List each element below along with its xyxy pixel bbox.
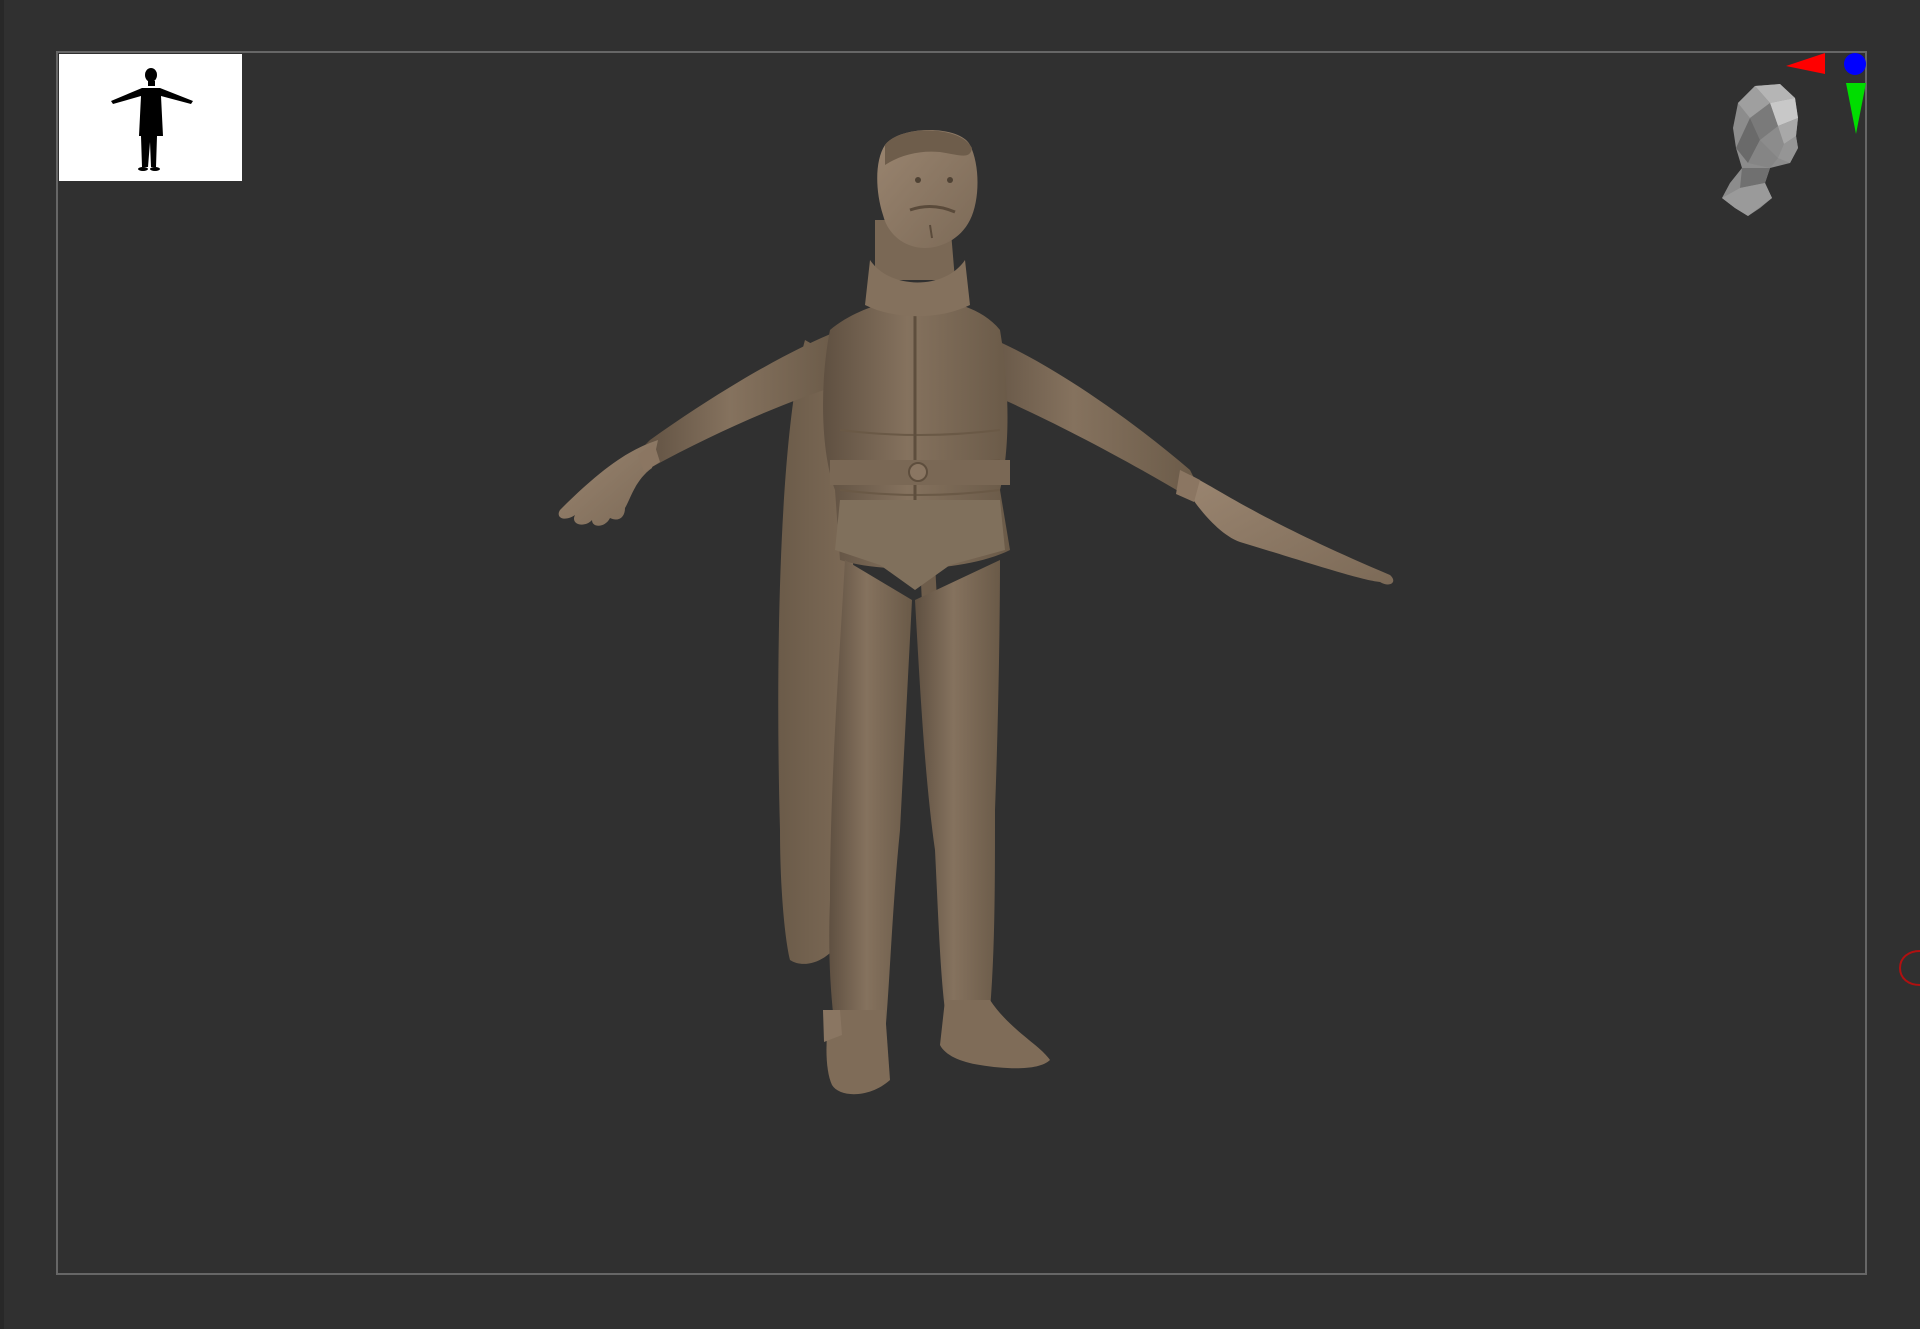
t-pose-silhouette-icon bbox=[111, 68, 193, 171]
silhouette-thumbnail[interactable] bbox=[59, 54, 242, 181]
right-boot bbox=[940, 1000, 1050, 1069]
y-axis-arrow-icon bbox=[1846, 83, 1866, 134]
right-leg bbox=[915, 560, 1000, 1010]
edge-marker-icon bbox=[1898, 948, 1920, 988]
navigation-head-icon bbox=[1722, 84, 1798, 216]
navigation-gizmo[interactable] bbox=[1700, 48, 1870, 238]
left-leg bbox=[829, 560, 912, 1035]
3d-viewport[interactable] bbox=[0, 0, 1920, 1329]
character-model[interactable] bbox=[540, 130, 1420, 1250]
x-axis-arrow-icon bbox=[1786, 53, 1825, 74]
left-panel-edge bbox=[0, 0, 4, 1329]
z-axis-dot-icon bbox=[1844, 53, 1866, 75]
